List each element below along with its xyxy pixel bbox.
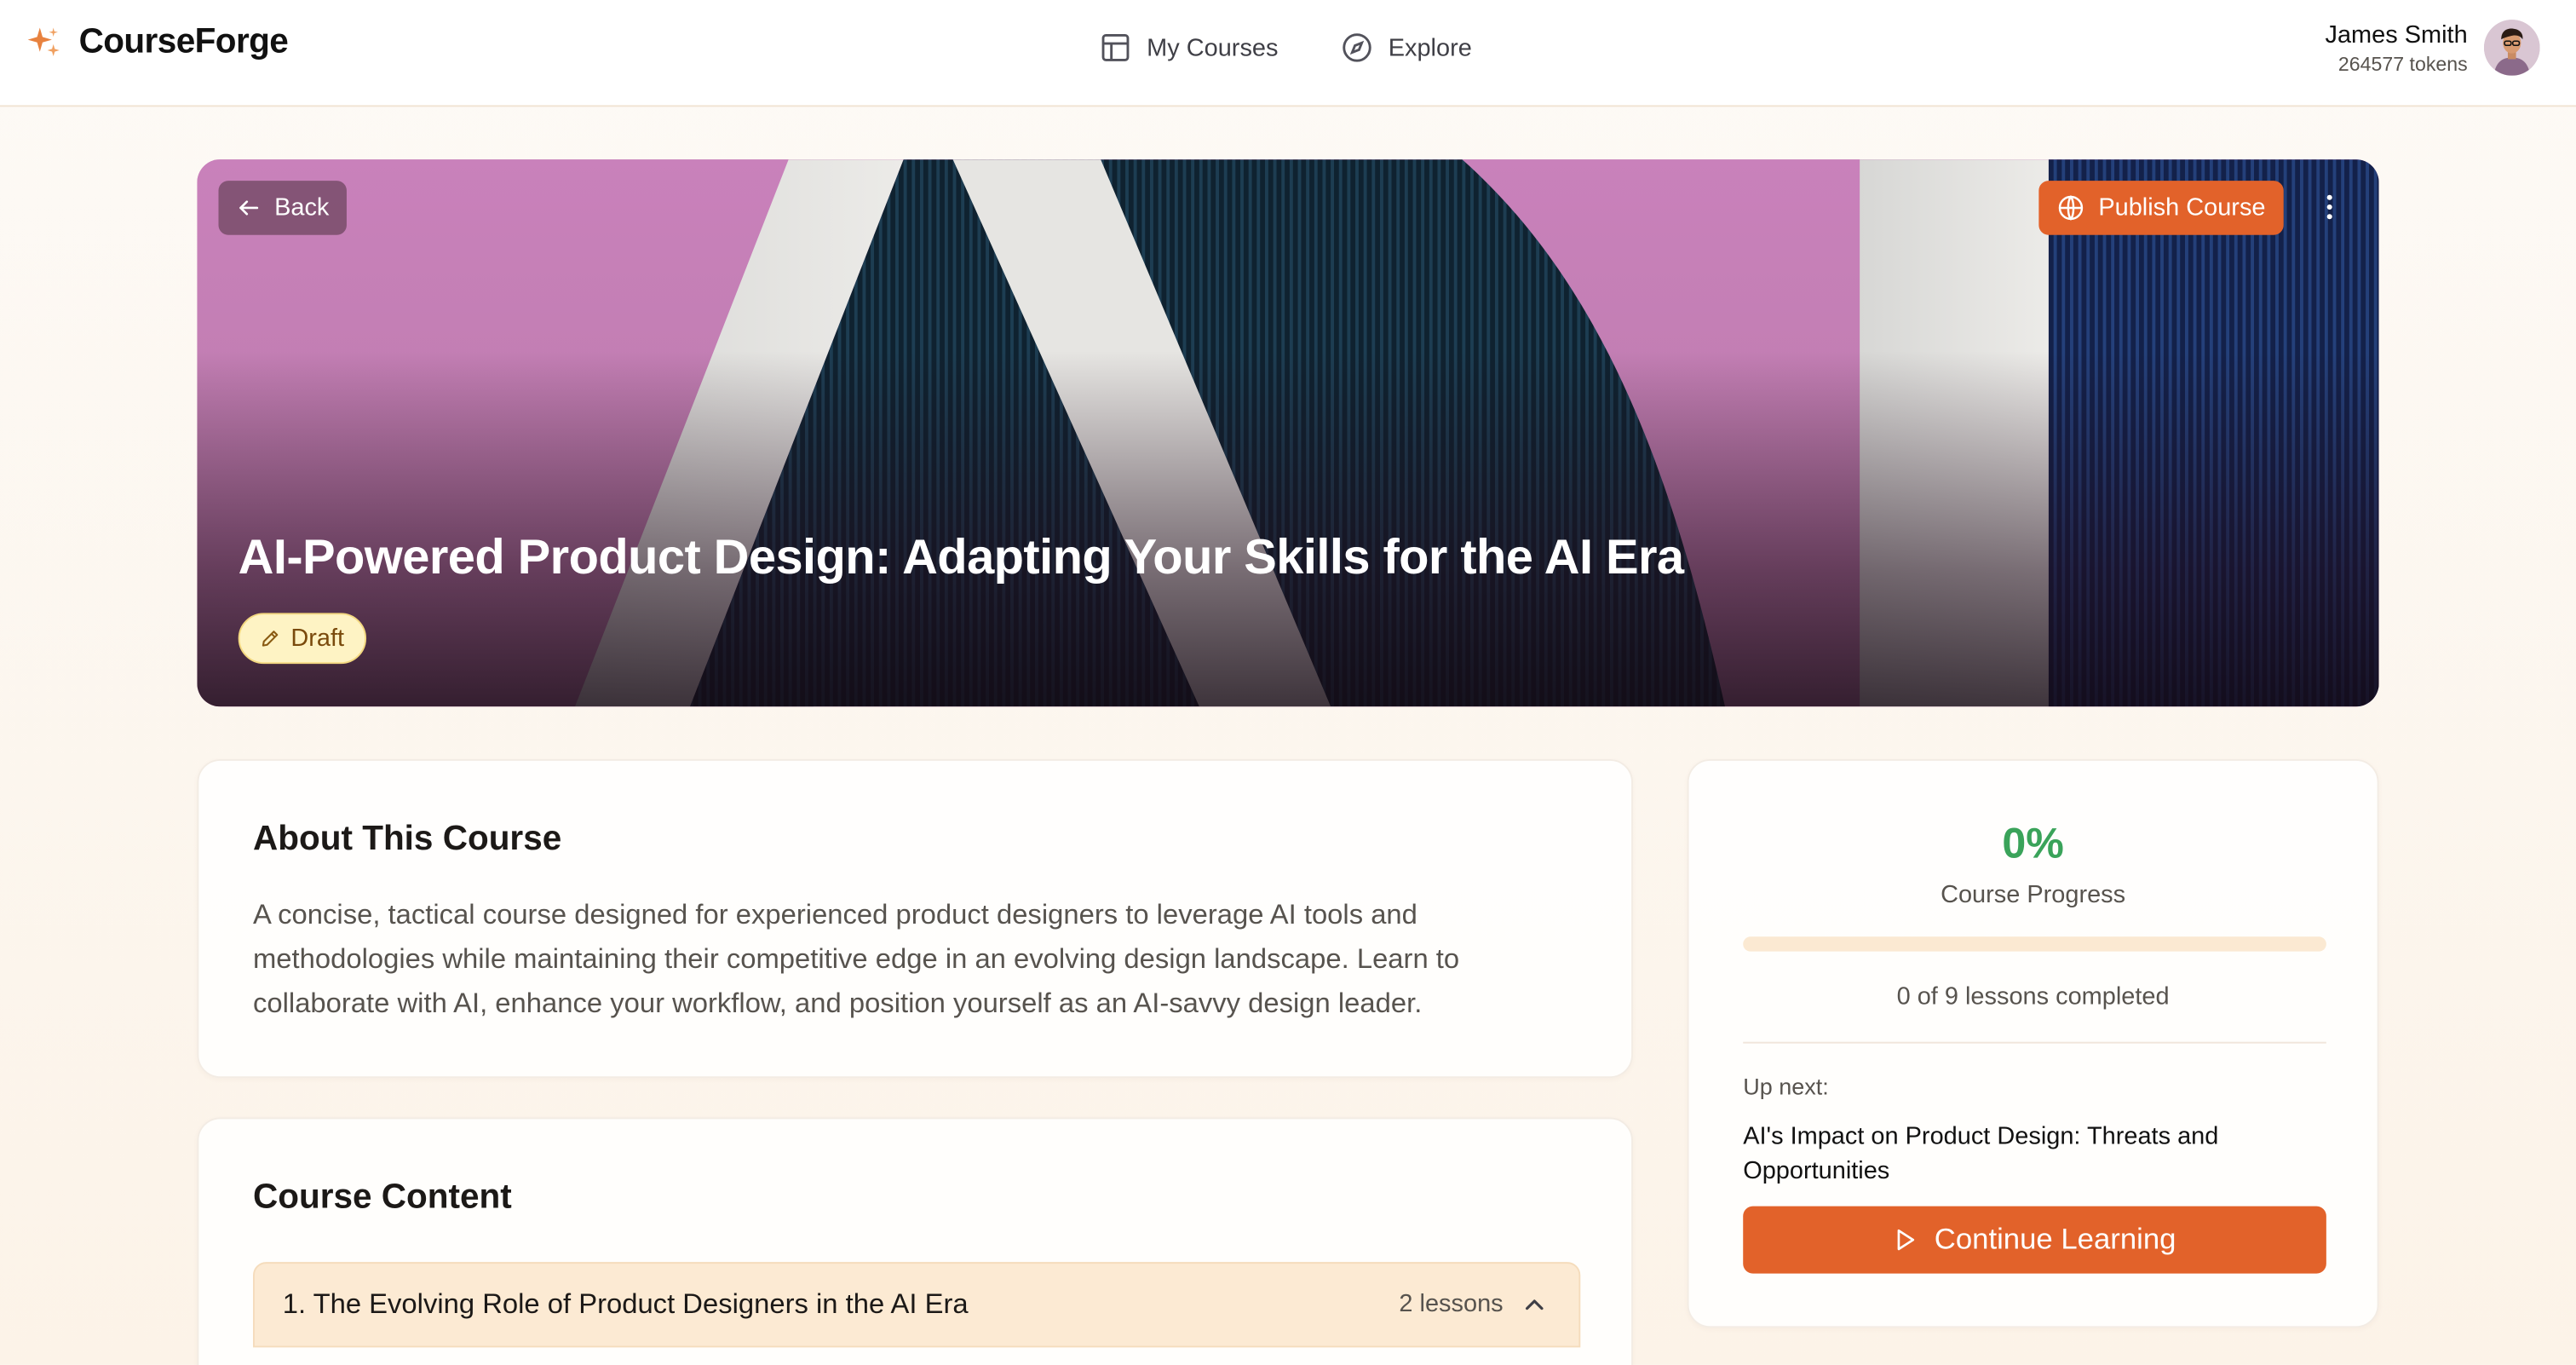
play-icon — [1898, 1229, 1915, 1251]
nav-explore-label: Explore — [1388, 33, 1472, 62]
nav-explore[interactable]: Explore — [1341, 32, 1472, 65]
course-content-heading: Course Content — [252, 1178, 512, 1217]
progress-label: Course Progress — [1941, 880, 2126, 909]
more-options-button[interactable] — [2307, 184, 2353, 230]
continue-learning-label: Continue Learning — [1934, 1222, 2176, 1256]
module-lesson-count: 2 lessons — [1399, 1289, 1504, 1318]
main-nav: My Courses Explore — [1099, 32, 1472, 65]
continue-learning-button[interactable]: Continue Learning — [1743, 1206, 2326, 1274]
layout-icon — [1101, 34, 1130, 61]
divider — [1743, 1041, 2326, 1044]
more-vertical-icon — [2326, 194, 2332, 220]
nav-my-courses[interactable]: My Courses — [1099, 32, 1278, 65]
sparkle-logo-icon — [27, 27, 60, 57]
brand-name: CourseForge — [78, 22, 289, 61]
module-title: 1. The Evolving Role of Product Designer… — [282, 1287, 969, 1320]
about-heading: About This Course — [252, 820, 562, 858]
publish-course-label: Publish Course — [2098, 193, 2266, 222]
module-accordion-header[interactable]: 1. The Evolving Role of Product Designer… — [252, 1262, 1581, 1348]
brand[interactable]: CourseForge — [26, 22, 289, 62]
nav-my-courses-label: My Courses — [1147, 33, 1279, 62]
course-description: A concise, tactical course designed for … — [252, 898, 1460, 1019]
token-balance: 264577 tokens — [2337, 51, 2468, 75]
lessons-completed: 0 of 9 lessons completed — [1896, 982, 2170, 1011]
user-menu[interactable]: James Smith 264577 tokens — [2325, 20, 2540, 76]
avatar[interactable] — [2483, 20, 2540, 76]
up-next-lesson-title[interactable]: AI's Impact on Product Design: Threats a… — [1743, 1119, 2326, 1188]
course-hero: Back Publish Course AI-Powered Product D… — [197, 159, 2379, 707]
status-badge: Draft — [238, 613, 366, 665]
pencil-icon — [262, 631, 279, 647]
chevron-up-icon[interactable] — [1520, 1290, 1550, 1320]
user-name: James Smith — [2325, 20, 2468, 49]
publish-course-button[interactable]: Publish Course — [2038, 181, 2284, 235]
back-button-label: Back — [274, 193, 330, 222]
about-course-card: About This Course A concise, tactical co… — [197, 758, 1633, 1079]
progress-percent: 0% — [2002, 818, 2064, 868]
hero-gradient-overlay — [197, 159, 2379, 707]
compass-icon — [1343, 33, 1371, 62]
globe-icon — [2059, 195, 2084, 221]
course-content-card: Course Content 1. The Evolving Role of P… — [197, 1117, 1633, 1365]
arrow-left-icon — [239, 200, 259, 216]
top-bar: CourseForge My Courses Explore James Smi… — [0, 0, 2576, 107]
avatar-illustration-icon — [2483, 20, 2540, 76]
progress-bar — [1743, 936, 2326, 952]
status-badge-label: Draft — [290, 624, 345, 653]
up-next-label: Up next: — [1743, 1073, 1829, 1100]
back-button[interactable]: Back — [218, 181, 348, 235]
course-progress-card: 0% Course Progress 0 of 9 lessons comple… — [1687, 758, 2379, 1328]
course-title: AI-Powered Product Design: Adapting Your… — [238, 530, 1684, 585]
